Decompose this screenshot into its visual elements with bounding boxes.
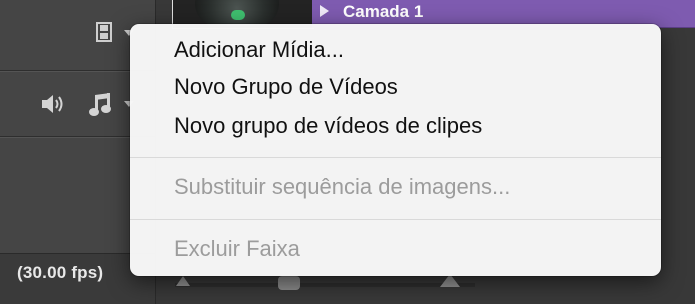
thumbnail-highlight bbox=[231, 10, 245, 20]
menu-item-new-video-group-from-clips[interactable]: Novo grupo de vídeos de clipes bbox=[174, 113, 482, 139]
menu-separator bbox=[130, 219, 661, 220]
layer-name: Camada 1 bbox=[343, 2, 424, 21]
menu-item-delete-track: Excluir Faixa bbox=[174, 236, 300, 261]
menu-item-add-media[interactable]: Adicionar Mídia... bbox=[174, 37, 344, 63]
film-icon[interactable] bbox=[96, 22, 112, 42]
context-menu: Adicionar Mídia... Novo Grupo de Vídeos … bbox=[130, 24, 661, 276]
speaker-icon[interactable] bbox=[40, 92, 66, 116]
fps-label: (30.00 fps) bbox=[17, 263, 104, 282]
music-note-icon[interactable] bbox=[88, 92, 114, 118]
menu-item-replace-image-sequence: Substituir sequência de imagens... bbox=[174, 174, 511, 199]
timeline-panel: (30.00 fps) Camada 1 Adicionar Mídia... … bbox=[0, 0, 695, 304]
zoom-slider-track[interactable] bbox=[175, 283, 475, 287]
menu-separator bbox=[130, 157, 661, 158]
zoom-out-icon[interactable] bbox=[176, 276, 190, 286]
menu-item-new-video-group[interactable]: Novo Grupo de Vídeos bbox=[174, 74, 398, 100]
zoom-slider-handle[interactable] bbox=[278, 276, 300, 290]
triangle-right-icon[interactable] bbox=[320, 5, 329, 17]
